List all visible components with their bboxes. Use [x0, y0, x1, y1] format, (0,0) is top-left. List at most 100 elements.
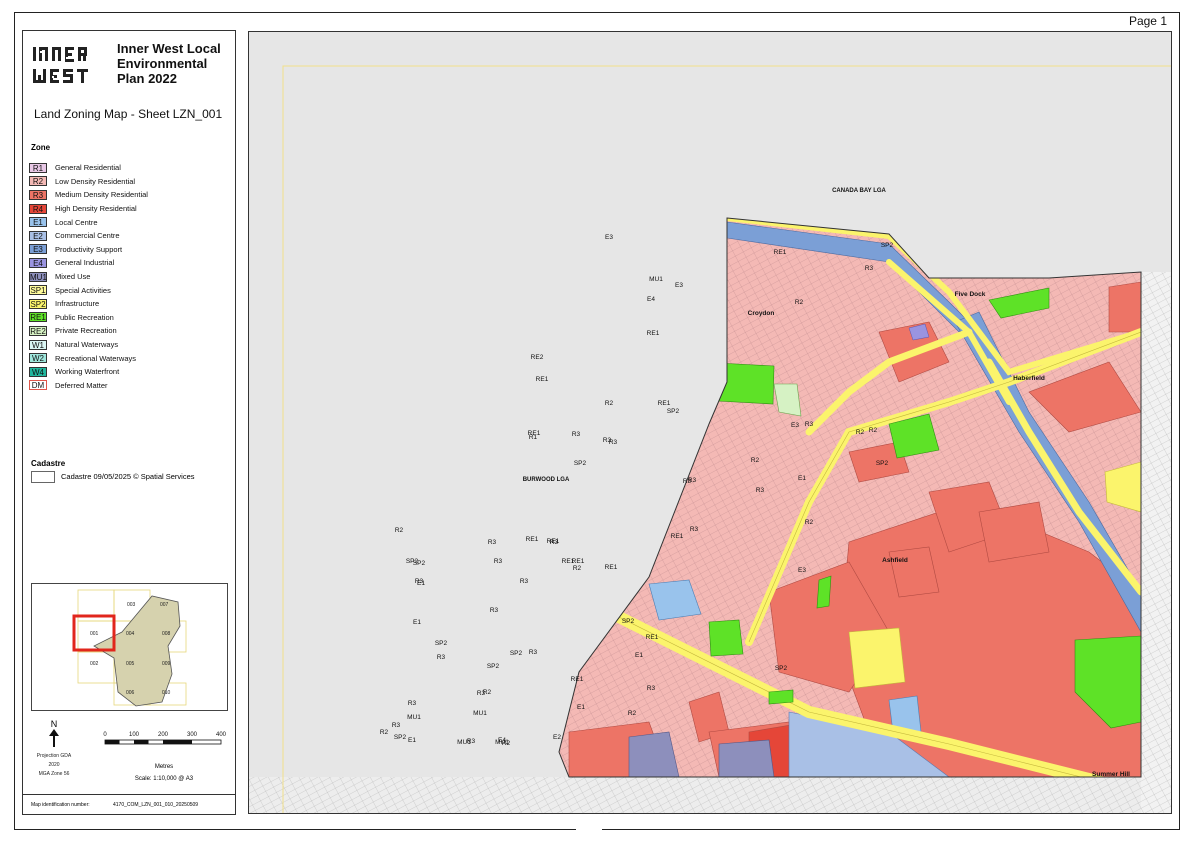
map-frame[interactable]: CANADA BAY LGA BURWOOD LGA Croydon Five …: [248, 31, 1172, 814]
legend-label: Medium Density Residential: [55, 190, 148, 200]
legend-label: Low Density Residential: [55, 176, 136, 186]
zone-label: RE1: [528, 430, 541, 437]
zone-label: R2: [805, 519, 814, 526]
legend-swatch: W2: [29, 353, 47, 364]
zone-label: SP2: [487, 663, 500, 670]
zone-label: R2: [795, 299, 804, 306]
legend-item-r4: R4 High Density Residential: [29, 202, 148, 216]
scale-tick: 300: [187, 732, 198, 738]
legend-item-re1: RE1 Public Recreation: [29, 311, 148, 325]
zone-label: R3: [437, 654, 446, 661]
legend-label: Recreational Waterways: [55, 353, 137, 363]
zone-label: R3: [756, 487, 765, 494]
zone-label: SP2: [622, 618, 635, 625]
key-map: 003 007 001 004 008 002 005 009 006 010: [31, 583, 228, 711]
legend-swatch: E1: [29, 217, 47, 228]
zone-label: R3: [647, 685, 656, 692]
keymap-label: 002: [90, 661, 99, 667]
zone-label: SP2: [413, 560, 426, 567]
legend-label: General Industrial: [55, 258, 115, 268]
legend-label: Working Waterfront: [55, 367, 120, 377]
legend-item-e3: E3 Productivity Support: [29, 243, 148, 257]
lga-label-burwood: BURWOOD LGA: [523, 477, 570, 483]
zone-label: RE1: [646, 634, 659, 641]
zone-label: E3: [605, 234, 613, 241]
keymap-label: 007: [160, 602, 169, 608]
zone-label: E1: [798, 475, 806, 482]
zone-label: R2: [395, 527, 404, 534]
keymap-label: 005: [126, 661, 135, 667]
legend-item-re2: RE2 Private Recreation: [29, 324, 148, 338]
locality-label: Haberfield: [1013, 375, 1045, 382]
zone-legend: R1 General Residential R2 Low Density Resid…: [29, 161, 148, 392]
zone-label: R3: [408, 700, 417, 707]
zone-label: MU1: [407, 714, 421, 721]
zone-label: E1: [577, 704, 585, 711]
projection-line1: Projection GDA 2020: [36, 753, 72, 768]
legend-swatch: MU1: [29, 271, 47, 282]
scale-tick: 200: [158, 732, 169, 738]
legend-item-e4: E4 General Industrial: [29, 256, 148, 270]
legend-swatch: W1: [29, 339, 47, 350]
legend-label: Mixed Use: [55, 272, 91, 282]
map-id-value: 4170_COM_LZN_001_010_20250509: [113, 802, 199, 808]
zone-label: R3: [609, 439, 618, 446]
zone-label: RE2: [531, 354, 544, 361]
keymap-label: 008: [162, 631, 171, 637]
zone-label: RE1: [774, 249, 787, 256]
legend-panel: Inner West Local Environmental Plan 2022…: [22, 30, 236, 815]
zone-label: R3: [805, 421, 814, 428]
zone-label: E3: [791, 422, 799, 429]
legend-label: Public Recreation: [55, 312, 114, 322]
keymap-label: 001: [90, 631, 99, 637]
zoning-map: CANADA BAY LGA BURWOOD LGA Croydon Five …: [249, 65, 1171, 813]
zone-label: SP2: [510, 650, 523, 657]
legend-label: Deferred Matter: [55, 380, 108, 390]
legend-label: Local Centre: [55, 217, 98, 227]
zone-label: SP2: [775, 665, 788, 672]
zone-label: R2: [628, 710, 637, 717]
zone-label: E1: [413, 619, 421, 626]
projection-line2: MGA Zone 56: [38, 771, 70, 777]
zone-label: E2: [553, 734, 561, 741]
zone-label: RE1: [526, 536, 539, 543]
legend-swatch: R4: [29, 203, 47, 214]
legend-label: Natural Waterways: [55, 340, 119, 350]
zone-label: SP2: [435, 640, 448, 647]
legend-label: Infrastructure: [55, 299, 100, 309]
zone-label: SP2: [574, 460, 587, 467]
cadastre-label: Cadastre 09/05/2025 © Spatial Services: [61, 472, 195, 481]
locality-label: Croydon: [748, 310, 775, 317]
zone-label: R2: [856, 429, 865, 436]
keymap-label: 009: [162, 661, 171, 667]
zone-label: SP2: [667, 408, 680, 415]
zone-label: RE1: [647, 330, 660, 337]
zone-label: E4: [647, 296, 655, 303]
scale-tick: 400: [216, 732, 227, 738]
zone-label: R3: [690, 526, 699, 533]
zone-label: MU1: [649, 276, 663, 283]
legend-swatch: E2: [29, 230, 47, 241]
legend-item-r1: R1 General Residential: [29, 161, 148, 175]
zone-label: R3: [392, 722, 401, 729]
zone-label: RE1: [562, 558, 575, 565]
zone-label: MU1: [473, 710, 487, 717]
legend-item-dm: DM Deferred Matter: [29, 379, 148, 393]
legend-swatch: E3: [29, 244, 47, 255]
sheet-title: Land Zoning Map - Sheet LZN_001: [34, 107, 223, 121]
zone-label: E1: [635, 652, 643, 659]
scale-ratio: Scale: 1:10,000 @ A3: [134, 776, 194, 782]
scale-tick: 100: [129, 732, 140, 738]
zone-label: R2: [502, 740, 511, 747]
legend-swatch: R2: [29, 176, 47, 187]
north-arrow: N Projection GDA 2020 MGA Zone 56: [33, 719, 75, 779]
zone-label: RE1: [658, 400, 671, 407]
cadastre-heading: Cadastre: [31, 459, 66, 468]
north-arrow-icon: [49, 729, 59, 747]
legend-swatch: W4: [29, 366, 47, 377]
legend-item-r2: R2 Low Density Residential: [29, 175, 148, 189]
legend-label: High Density Residential: [55, 204, 137, 214]
legend-item-w2: W2 Recreational Waterways: [29, 351, 148, 365]
plan-title: Inner West Local Environmental Plan 2022: [117, 41, 221, 86]
scale-units: Metres: [154, 764, 174, 770]
